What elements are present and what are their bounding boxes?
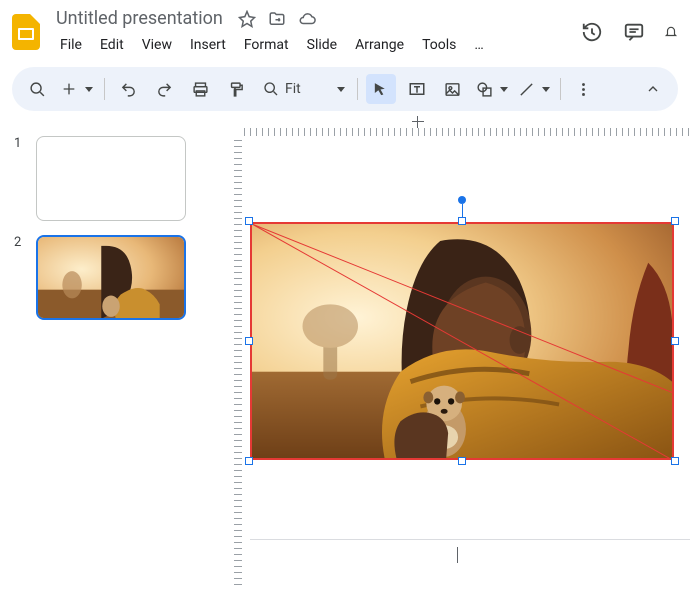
shape-dropdown[interactable] bbox=[496, 74, 510, 104]
toolbar-separator bbox=[560, 78, 561, 100]
resize-handle-l[interactable] bbox=[245, 337, 253, 345]
canvas-area[interactable] bbox=[210, 118, 690, 589]
resize-handle-r[interactable] bbox=[671, 337, 679, 345]
shape-button[interactable] bbox=[474, 74, 496, 104]
line-button[interactable] bbox=[516, 74, 538, 104]
slide-number: 1 bbox=[14, 136, 28, 151]
notifications-icon[interactable] bbox=[664, 20, 678, 44]
comments-icon[interactable] bbox=[622, 20, 646, 44]
menu-format[interactable]: Format bbox=[236, 33, 297, 57]
horizontal-ruler[interactable] bbox=[244, 118, 690, 136]
redo-button[interactable] bbox=[149, 74, 179, 104]
rotation-handle-line bbox=[462, 204, 463, 218]
resize-handle-tl[interactable] bbox=[245, 217, 253, 225]
slide-canvas[interactable] bbox=[250, 144, 690, 589]
select-tool-button[interactable] bbox=[366, 74, 396, 104]
move-folder-icon[interactable] bbox=[267, 9, 287, 29]
slide-preview-1[interactable] bbox=[36, 136, 186, 221]
paint-format-button[interactable] bbox=[221, 74, 251, 104]
resize-handle-t[interactable] bbox=[458, 217, 466, 225]
zoom-level-label[interactable]: Fit bbox=[285, 81, 301, 97]
document-title[interactable]: Untitled presentation bbox=[52, 6, 227, 31]
undo-button[interactable] bbox=[113, 74, 143, 104]
cloud-status-icon[interactable] bbox=[297, 9, 317, 29]
main-area: 1 2 bbox=[0, 118, 690, 589]
vertical-ruler[interactable] bbox=[224, 140, 242, 589]
insert-image-button[interactable] bbox=[438, 74, 468, 104]
rotation-handle[interactable] bbox=[458, 196, 466, 204]
star-icon[interactable] bbox=[237, 9, 257, 29]
print-button[interactable] bbox=[185, 74, 215, 104]
menu-insert[interactable]: Insert bbox=[182, 33, 234, 57]
slide-filmstrip[interactable]: 1 2 bbox=[0, 118, 210, 589]
collapse-toolbar-button[interactable] bbox=[638, 74, 668, 104]
new-slide-button[interactable] bbox=[58, 74, 80, 104]
selected-image-object[interactable] bbox=[250, 222, 674, 460]
menu-arrange[interactable]: Arrange bbox=[347, 33, 412, 57]
toolbar: Fit bbox=[12, 67, 678, 111]
zoom-tool-icon[interactable] bbox=[261, 74, 281, 104]
slide-number: 2 bbox=[14, 235, 28, 250]
menu-slide[interactable]: Slide bbox=[299, 33, 345, 57]
menu-view[interactable]: View bbox=[134, 33, 180, 57]
slide-thumb[interactable]: 1 bbox=[14, 136, 200, 221]
resize-handle-tr[interactable] bbox=[671, 217, 679, 225]
new-slide-dropdown[interactable] bbox=[80, 74, 96, 104]
menu-overflow[interactable]: … bbox=[466, 33, 491, 57]
placed-image bbox=[252, 224, 672, 458]
toolbar-separator bbox=[104, 78, 105, 100]
toolbar-separator bbox=[357, 78, 358, 100]
menu-tools[interactable]: Tools bbox=[414, 33, 464, 57]
menu-file[interactable]: File bbox=[52, 33, 90, 57]
more-options-button[interactable] bbox=[569, 74, 599, 104]
bottom-marker bbox=[452, 547, 462, 563]
resize-handle-bl[interactable] bbox=[245, 457, 253, 465]
menu-bar: File Edit View Insert Format Slide Arran… bbox=[52, 33, 572, 57]
line-dropdown[interactable] bbox=[538, 74, 552, 104]
search-menus-icon[interactable] bbox=[22, 74, 52, 104]
menu-edit[interactable]: Edit bbox=[92, 33, 132, 57]
resize-handle-b[interactable] bbox=[458, 457, 466, 465]
slide-thumb[interactable]: 2 bbox=[14, 235, 200, 320]
slide-preview-2[interactable] bbox=[36, 235, 186, 320]
app-header: Untitled presentation File Edit View Ins… bbox=[0, 0, 690, 57]
ruler-origin-marker bbox=[412, 116, 424, 128]
history-icon[interactable] bbox=[580, 20, 604, 44]
app-logo-slides[interactable] bbox=[8, 14, 44, 50]
zoom-dropdown[interactable] bbox=[305, 74, 345, 104]
text-box-button[interactable] bbox=[402, 74, 432, 104]
resize-handle-br[interactable] bbox=[671, 457, 679, 465]
speaker-notes-divider[interactable] bbox=[250, 539, 690, 540]
